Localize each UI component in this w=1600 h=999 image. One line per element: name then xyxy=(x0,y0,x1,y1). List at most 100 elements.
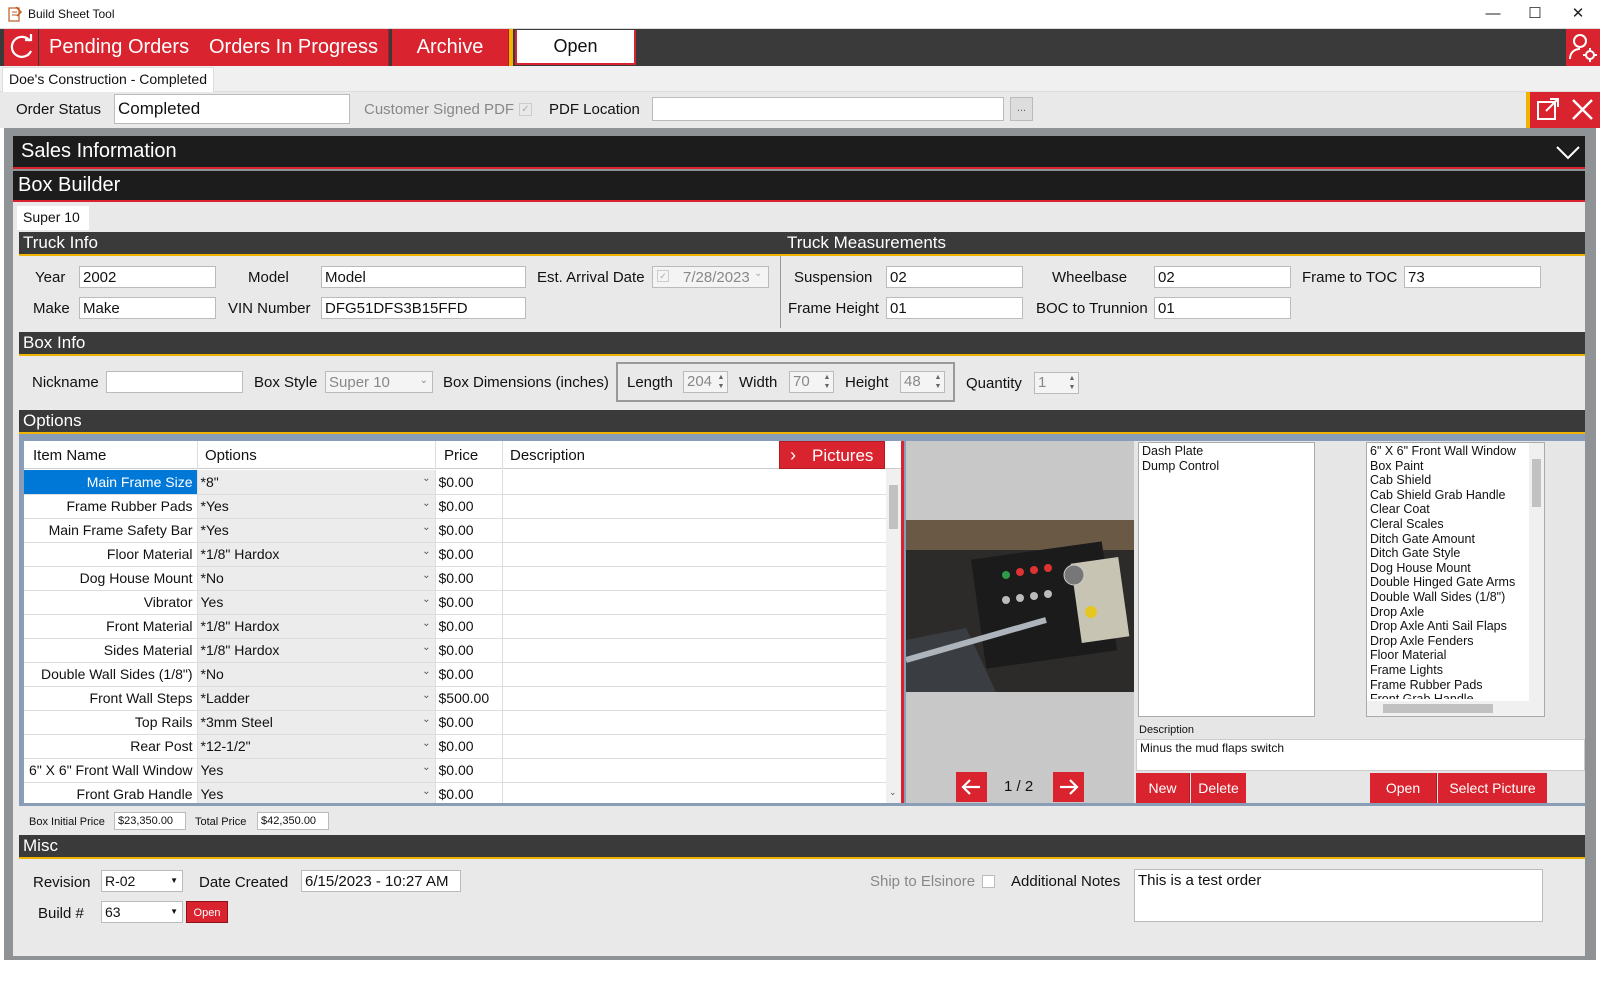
height-spinner[interactable]: 48 ▲ ▼ xyxy=(900,371,945,393)
tab-orders-in-progress[interactable]: Orders In Progress xyxy=(199,29,389,66)
picture-list-item[interactable]: Ditch Gate Style xyxy=(1370,546,1526,561)
option-item-name[interactable]: Double Wall Sides (1/8") xyxy=(24,662,198,687)
table-row[interactable]: Main Frame Safety Bar *Yes ⌄ $0.00 xyxy=(24,518,886,543)
option-price[interactable]: $0.00 xyxy=(435,494,503,519)
sales-information-header[interactable]: Sales Information xyxy=(13,136,1585,169)
picture-list-item[interactable]: Drop Axle xyxy=(1370,605,1526,620)
table-row[interactable]: Vibrator Yes ⌄ $0.00 xyxy=(24,590,886,615)
box-initial-price-value[interactable]: $23,350.00 xyxy=(114,812,186,830)
table-row[interactable]: Sides Material *1/8" Hardox ⌄ $0.00 xyxy=(24,638,886,663)
date-created-input[interactable]: 6/15/2023 - 10:27 AM xyxy=(301,870,461,892)
option-description[interactable] xyxy=(502,686,886,711)
picture-list-item[interactable]: Front Grab Handle xyxy=(1370,692,1526,699)
option-description[interactable] xyxy=(502,566,886,591)
option-price[interactable]: $0.00 xyxy=(435,518,503,543)
option-item-name[interactable]: Sides Material xyxy=(24,638,198,663)
option-price[interactable]: $0.00 xyxy=(435,638,503,663)
option-select[interactable]: *1/8" Hardox ⌄ xyxy=(197,542,436,567)
option-item-name[interactable]: Front Grab Handle xyxy=(24,782,198,803)
option-description[interactable] xyxy=(502,518,886,543)
option-select[interactable]: Yes ⌄ xyxy=(197,758,436,783)
col-item-name[interactable]: Item Name xyxy=(33,447,106,464)
option-description[interactable] xyxy=(502,590,886,615)
new-picture-button[interactable]: New xyxy=(1136,773,1190,803)
option-description[interactable] xyxy=(502,734,886,759)
option-price[interactable]: $0.00 xyxy=(435,782,503,803)
option-select[interactable]: Yes ⌄ xyxy=(197,590,436,615)
suspension-input[interactable]: 02 xyxy=(886,266,1023,288)
customer-signed-checkbox[interactable]: ✓ xyxy=(519,103,532,116)
picture-list-item[interactable]: Cleral Scales xyxy=(1370,517,1526,532)
picture-list-item[interactable]: Frame Lights xyxy=(1370,663,1526,678)
scrollbar-thumb[interactable] xyxy=(889,485,898,529)
close-order-button[interactable] xyxy=(1565,92,1600,128)
arrival-date-picker[interactable]: 7/28/2023 xyxy=(652,266,769,288)
refresh-button[interactable] xyxy=(4,29,38,66)
options-scrollbar[interactable]: ⌄ xyxy=(886,469,901,803)
col-description[interactable]: Description xyxy=(510,447,585,464)
option-description[interactable] xyxy=(502,710,886,735)
option-select[interactable]: *No ⌄ xyxy=(197,662,436,687)
tab-pending-orders[interactable]: Pending Orders xyxy=(39,29,201,66)
option-item-name[interactable]: Main Frame Safety Bar xyxy=(24,518,198,543)
option-description[interactable] xyxy=(502,470,886,495)
list-scrollbar[interactable] xyxy=(1529,443,1544,701)
close-window-button[interactable]: ✕ xyxy=(1563,4,1593,24)
table-row[interactable]: Main Frame Size *8" ⌄ $0.00 xyxy=(24,470,886,495)
option-item-name[interactable]: Front Material xyxy=(24,614,198,639)
table-row[interactable]: Rear Post *12-1/2" ⌄ $0.00 xyxy=(24,734,886,759)
option-price[interactable]: $0.00 xyxy=(435,590,503,615)
option-description[interactable] xyxy=(502,758,886,783)
option-select[interactable]: *12-1/2" ⌄ xyxy=(197,734,436,759)
pdf-browse-button[interactable]: ... xyxy=(1010,97,1033,121)
frame-toc-input[interactable]: 73 xyxy=(1404,266,1541,288)
pictures-button[interactable]: › Pictures xyxy=(779,441,885,469)
option-description[interactable] xyxy=(502,614,886,639)
picture-list-item[interactable]: Dash Plate xyxy=(1142,444,1311,459)
option-price[interactable]: $0.00 xyxy=(435,566,503,591)
build-number-select[interactable]: 63 ▼ xyxy=(101,901,183,923)
tab-archive[interactable]: Archive xyxy=(392,29,509,66)
minimize-button[interactable]: — xyxy=(1478,4,1508,24)
splitter[interactable] xyxy=(901,441,904,803)
option-item-name[interactable]: Frame Rubber Pads xyxy=(24,494,198,519)
year-input[interactable]: 2002 xyxy=(79,266,216,288)
picture-list-item[interactable]: Double Hinged Gate Arms xyxy=(1370,575,1526,590)
picture-list-item[interactable]: Double Wall Sides (1/8") xyxy=(1370,590,1526,605)
vin-input[interactable]: DFG51DFS3B15FFD xyxy=(321,297,526,319)
option-select[interactable]: *Yes ⌄ xyxy=(197,518,436,543)
popout-button[interactable] xyxy=(1530,92,1565,128)
table-row[interactable]: Floor Material *1/8" Hardox ⌄ $0.00 xyxy=(24,542,886,567)
prev-picture-button[interactable] xyxy=(956,772,987,802)
wheelbase-input[interactable]: 02 xyxy=(1154,266,1291,288)
option-item-name[interactable]: Dog House Mount xyxy=(24,566,198,591)
option-price[interactable]: $0.00 xyxy=(435,710,503,735)
option-description[interactable] xyxy=(502,638,886,663)
picture-list-item[interactable]: Dump Control xyxy=(1142,459,1311,474)
table-row[interactable]: 6" X 6" Front Wall Window Yes ⌄ $0.00 xyxy=(24,758,886,783)
option-price[interactable]: $0.00 xyxy=(435,758,503,783)
option-select[interactable]: *Ladder ⌄ xyxy=(197,686,436,711)
option-item-name[interactable]: 6" X 6" Front Wall Window xyxy=(24,758,198,783)
nickname-input[interactable] xyxy=(106,371,243,393)
next-picture-button[interactable] xyxy=(1053,772,1084,802)
picture-list-item[interactable]: Clear Coat xyxy=(1370,502,1526,517)
list-horizontal-scrollbar[interactable] xyxy=(1367,701,1544,716)
additional-notes-input[interactable]: This is a test order xyxy=(1134,869,1543,922)
table-row[interactable]: Front Grab Handle Yes ⌄ $0.00 xyxy=(24,782,886,803)
scrollbar-thumb[interactable] xyxy=(1532,459,1541,507)
option-select[interactable]: *No ⌄ xyxy=(197,566,436,591)
option-description[interactable] xyxy=(502,662,886,687)
option-price[interactable]: $0.00 xyxy=(435,542,503,567)
option-item-name[interactable]: Floor Material xyxy=(24,542,198,567)
option-select[interactable]: Yes ⌄ xyxy=(197,782,436,803)
option-price[interactable]: $0.00 xyxy=(435,662,503,687)
option-description[interactable] xyxy=(502,494,886,519)
table-row[interactable]: Top Rails *3mm Steel ⌄ $0.00 xyxy=(24,710,886,735)
picture-list-item[interactable]: Cab Shield Grab Handle xyxy=(1370,488,1526,503)
maximize-button[interactable]: ☐ xyxy=(1520,4,1550,24)
frame-height-input[interactable]: 01 xyxy=(886,297,1023,319)
picture-list-item[interactable]: Drop Axle Anti Sail Flaps xyxy=(1370,619,1526,634)
picture-available-list[interactable]: 6" X 6" Front Wall Window Box Paint Cab Sh… xyxy=(1366,442,1545,717)
revision-select[interactable]: R-02 ▼ xyxy=(101,870,183,892)
